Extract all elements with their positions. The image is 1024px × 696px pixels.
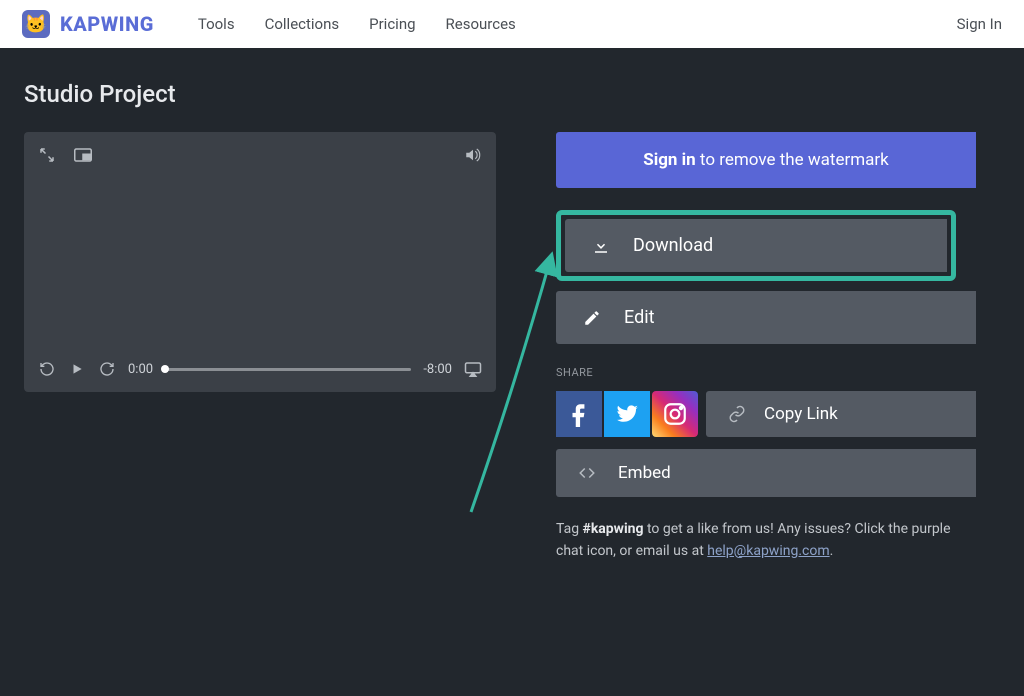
play-icon[interactable]	[68, 360, 86, 378]
download-button[interactable]: Download	[565, 219, 947, 272]
download-highlight: Download	[556, 210, 956, 281]
footer-hashtag: #kapwing	[583, 521, 644, 537]
share-facebook-button[interactable]	[556, 391, 602, 437]
embed-label: Embed	[618, 463, 671, 483]
footer-prefix: Tag	[556, 521, 583, 537]
link-icon	[728, 405, 746, 423]
player-top-controls	[38, 146, 482, 164]
nav-collections[interactable]: Collections	[265, 15, 340, 33]
share-twitter-button[interactable]	[604, 391, 650, 437]
video-player[interactable]: 0:00 -8:00	[24, 132, 496, 392]
primary-nav: Tools Collections Pricing Resources	[198, 15, 516, 33]
seek-track[interactable]	[165, 368, 411, 371]
content-row: 0:00 -8:00	[24, 132, 1024, 562]
banner-rest: to remove the watermark	[696, 150, 889, 170]
nav-tools[interactable]: Tools	[198, 15, 235, 33]
current-time: 0:00	[128, 362, 153, 377]
airplay-icon[interactable]	[464, 360, 482, 378]
download-icon	[591, 236, 611, 256]
footer-email-link[interactable]: help@kapwing.com	[707, 543, 829, 559]
twitter-icon	[614, 401, 640, 427]
download-label: Download	[633, 235, 713, 256]
volume-icon[interactable]	[464, 146, 482, 164]
brand[interactable]: 🐱 KAPWING	[22, 10, 154, 38]
remaining-time: -8:00	[423, 362, 452, 377]
sign-in-link[interactable]: Sign In	[957, 15, 1002, 33]
rewind-15-icon[interactable]	[38, 360, 56, 378]
share-row: Copy Link	[556, 391, 976, 437]
player-bottom-controls: 0:00 -8:00	[38, 360, 482, 378]
page: Studio Project	[0, 48, 1024, 562]
edit-label: Edit	[624, 307, 654, 328]
copy-link-button[interactable]: Copy Link	[706, 391, 976, 437]
footer-suffix: .	[830, 543, 834, 559]
brand-logo-icon: 🐱	[22, 10, 50, 38]
share-label: SHARE	[556, 366, 976, 379]
player-top-left	[38, 146, 92, 164]
nav-pricing[interactable]: Pricing	[369, 15, 415, 33]
brand-name: KAPWING	[60, 12, 154, 36]
right-column: Sign in to remove the watermark Download	[556, 132, 976, 562]
code-icon	[578, 464, 596, 482]
nav-resources[interactable]: Resources	[446, 15, 516, 33]
pencil-icon	[582, 308, 602, 328]
edit-button[interactable]: Edit	[556, 291, 976, 344]
footer-note: Tag #kapwing to get a like from us! Any …	[556, 519, 976, 562]
copy-link-label: Copy Link	[764, 404, 838, 424]
embed-button[interactable]: Embed	[556, 449, 976, 497]
seek-knob[interactable]	[161, 365, 169, 373]
share-instagram-button[interactable]	[652, 391, 698, 437]
page-title: Studio Project	[24, 80, 1024, 108]
banner-bold: Sign in	[643, 150, 695, 170]
topbar-left: 🐱 KAPWING Tools Collections Pricing Reso…	[22, 10, 516, 38]
picture-in-picture-icon[interactable]	[74, 146, 92, 164]
facebook-icon	[566, 401, 592, 427]
sign-in-banner[interactable]: Sign in to remove the watermark	[556, 132, 976, 188]
instagram-icon	[662, 401, 688, 427]
top-navbar: 🐱 KAPWING Tools Collections Pricing Reso…	[0, 0, 1024, 48]
expand-icon[interactable]	[38, 146, 56, 164]
forward-15-icon[interactable]	[98, 360, 116, 378]
